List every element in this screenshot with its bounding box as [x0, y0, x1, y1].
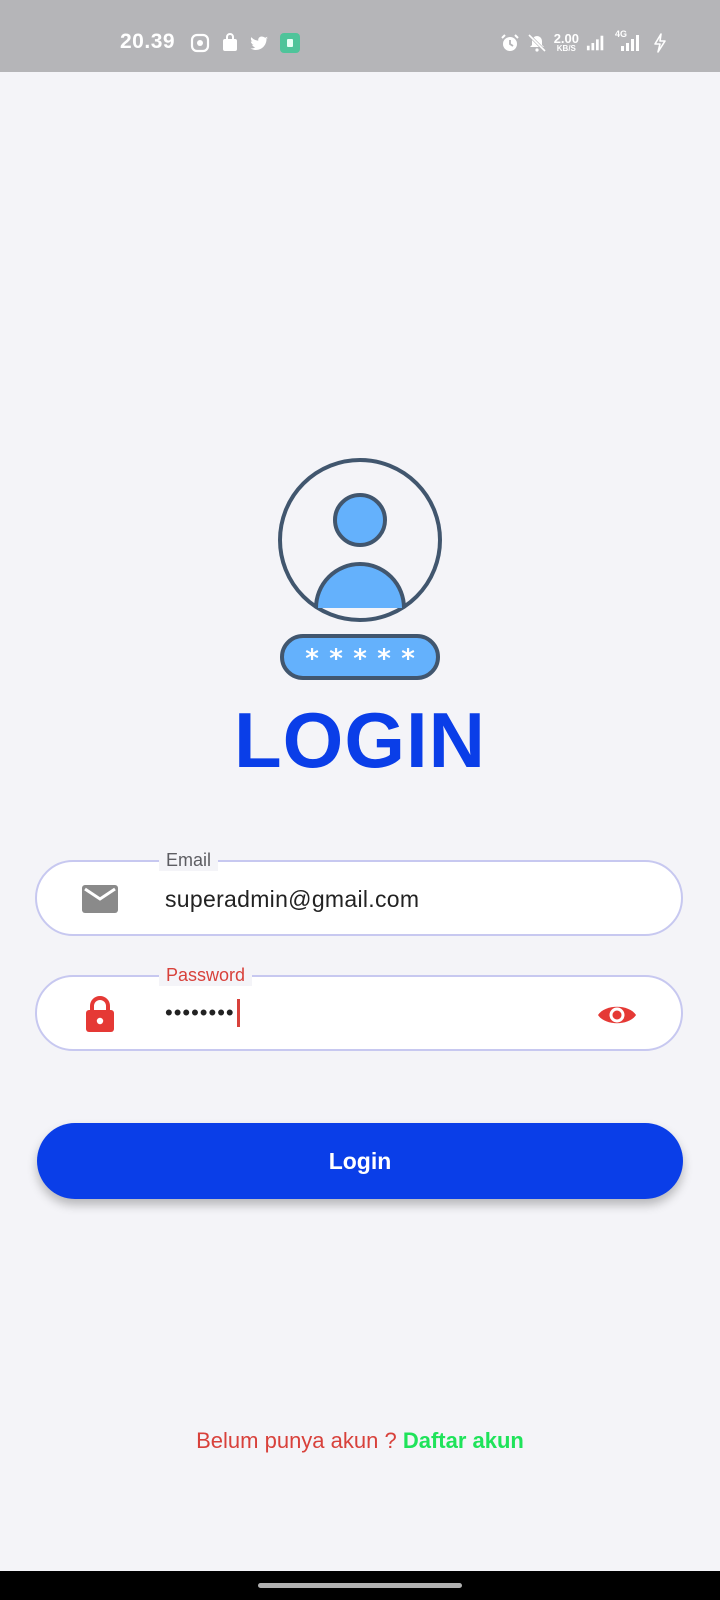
network-speed-unit: KB/S	[556, 44, 576, 53]
status-time: 20.39	[120, 30, 176, 53]
svg-text:*: *	[353, 644, 367, 674]
user-password-logo-icon: * * * * *	[276, 456, 444, 681]
svg-text:*: *	[377, 644, 391, 674]
home-indicator[interactable]	[258, 1583, 462, 1588]
alarm-icon	[500, 33, 520, 53]
login-button[interactable]: Login	[37, 1123, 683, 1199]
green-app-icon	[280, 33, 300, 53]
navigation-bar	[0, 1571, 720, 1600]
notification-icons	[190, 33, 300, 53]
register-row: Belum punya akun ? Daftar akun	[0, 1428, 720, 1454]
register-prompt: Belum punya akun ?	[196, 1428, 403, 1453]
mail-icon	[81, 880, 119, 918]
notification-app-icon	[190, 33, 210, 53]
email-field[interactable]: Email superadmin@gmail.com	[35, 849, 683, 936]
network-speed: 2.00 KB/S	[554, 32, 579, 53]
page-title: LOGIN	[234, 696, 486, 784]
twitter-icon	[250, 33, 270, 53]
network-type-label: 4G	[615, 28, 628, 39]
lock-icon	[81, 995, 119, 1033]
password-label: Password	[159, 964, 253, 986]
system-icons: 2.00 KB/S 4G	[500, 29, 670, 53]
password-input[interactable]: ••••••••	[165, 999, 240, 1027]
signal-icon	[586, 33, 606, 53]
email-input[interactable]: superadmin@gmail.com	[165, 886, 419, 913]
text-cursor	[236, 999, 240, 1027]
charging-icon	[650, 32, 670, 53]
signal-4g-icon: 4G	[613, 29, 643, 53]
mute-icon	[527, 33, 547, 53]
status-bar: 20.39 2.00 KB/S 4G	[0, 0, 720, 72]
svg-text:*: *	[401, 644, 415, 674]
login-screen: 20.39 2.00 KB/S 4G * * * * * LOGIN Email…	[0, 0, 720, 1600]
password-masked-text: ••••••••	[165, 1000, 235, 1025]
register-link[interactable]: Daftar akun	[403, 1428, 524, 1453]
svg-text:*: *	[305, 644, 319, 674]
password-field[interactable]: Password ••••••••	[35, 964, 683, 1051]
shopping-bag-icon	[220, 33, 240, 53]
email-label: Email	[159, 849, 219, 871]
svg-text:*: *	[329, 644, 343, 674]
eye-icon[interactable]	[597, 995, 637, 1035]
